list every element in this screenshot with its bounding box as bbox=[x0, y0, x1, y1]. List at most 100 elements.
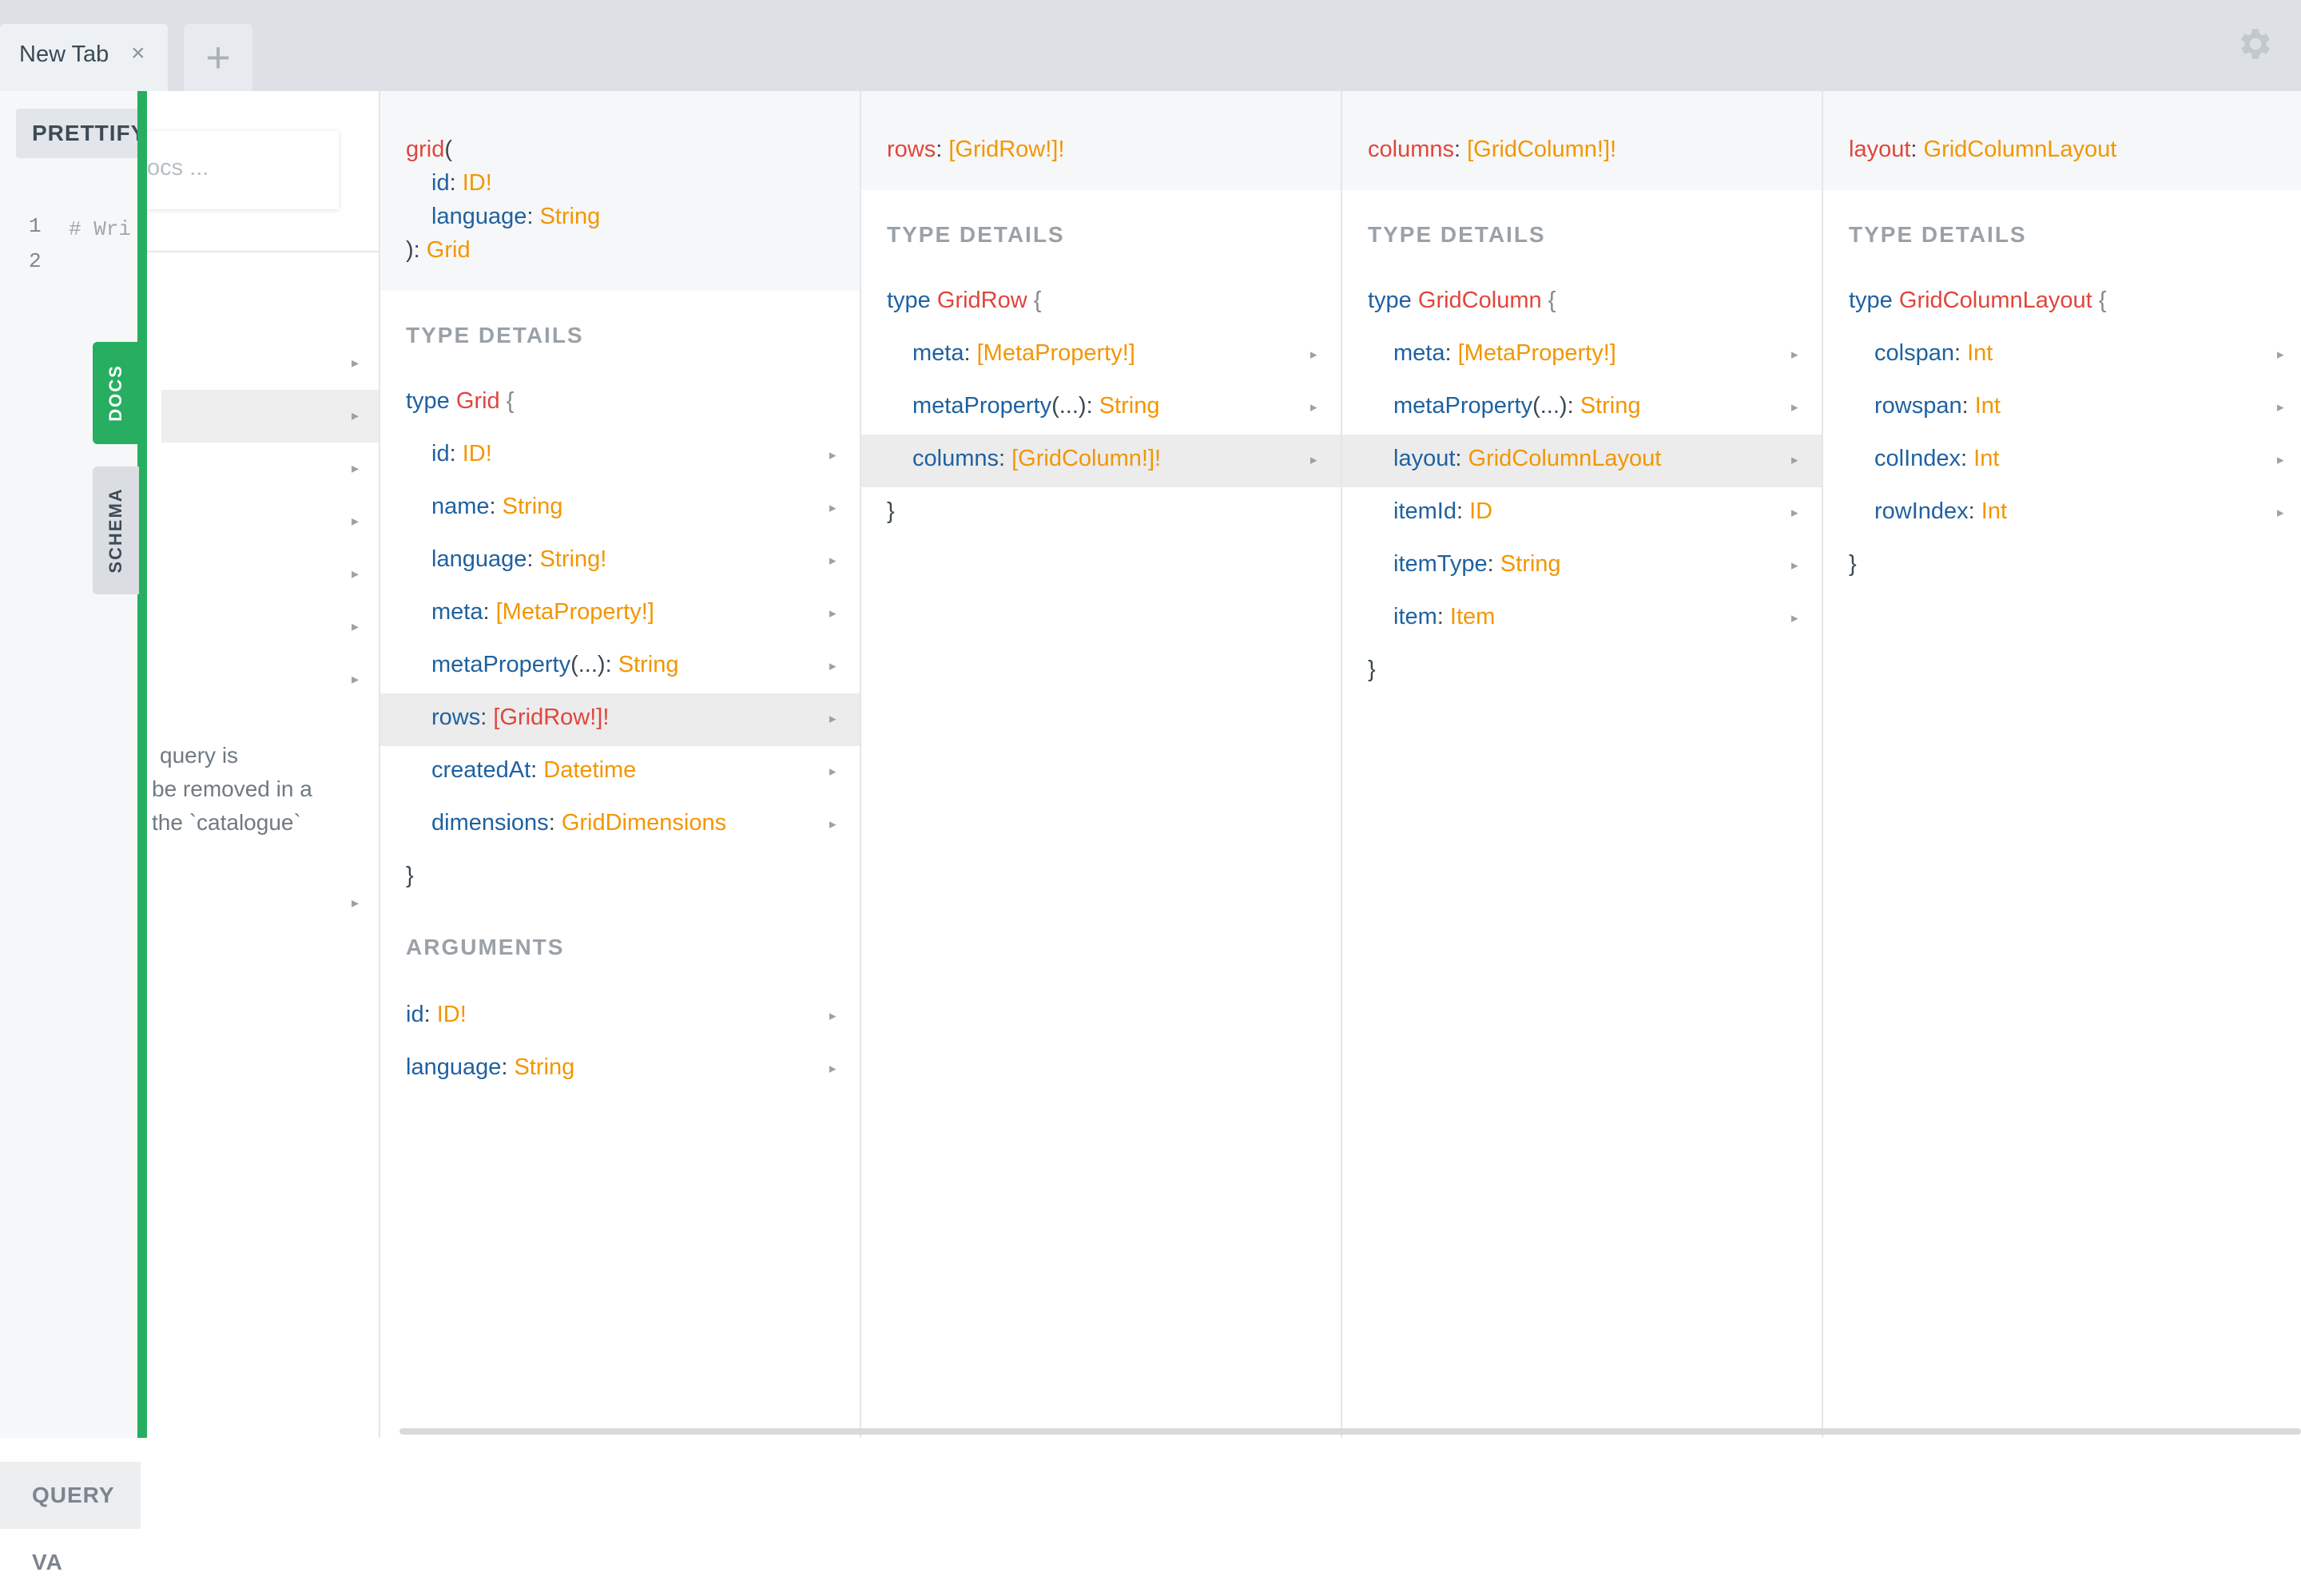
arg-type[interactable]: ID! bbox=[437, 1002, 467, 1027]
type-field[interactable]: meta: [MetaProperty!] ▸ bbox=[380, 588, 860, 641]
tab-new-tab[interactable]: New Tab × bbox=[0, 24, 168, 91]
chevron-right-icon: ▸ bbox=[829, 500, 837, 515]
field-type[interactable]: [GridRow!]! bbox=[948, 137, 1064, 162]
type-name: GridColumn bbox=[1417, 288, 1542, 313]
docs-search-input[interactable]: ocs ... bbox=[147, 131, 339, 209]
chevron-right-icon[interactable]: ▸ bbox=[352, 355, 359, 371]
divider bbox=[147, 251, 379, 252]
field-type[interactable]: String bbox=[1580, 393, 1641, 419]
chevron-right-icon: ▸ bbox=[1791, 505, 1798, 520]
field-type[interactable]: String bbox=[1099, 393, 1160, 419]
chevron-right-icon[interactable]: ▸ bbox=[352, 895, 359, 911]
type-field[interactable]: language: String! ▸ bbox=[380, 535, 860, 588]
field-type[interactable]: GridDimensions bbox=[562, 810, 726, 836]
field-type[interactable]: GridColumnLayout bbox=[1924, 137, 2117, 162]
colon: : bbox=[501, 1054, 515, 1080]
field-name: name bbox=[431, 494, 490, 519]
field-type[interactable]: [MetaProperty!] bbox=[977, 340, 1135, 366]
field-type[interactable]: String! bbox=[539, 546, 606, 572]
arg-type[interactable]: ID! bbox=[463, 170, 492, 196]
arg-type[interactable]: String bbox=[539, 204, 600, 229]
field-type[interactable]: [GridColumn!]! bbox=[1011, 446, 1161, 471]
field-description: query is bbox=[160, 743, 239, 768]
type-field[interactable]: itemType: String ▸ bbox=[1342, 540, 1822, 593]
type-field-selected[interactable]: rows: [GridRow!]! ▸ bbox=[380, 693, 860, 746]
section-title: TYPE DETAILS bbox=[1368, 222, 1546, 247]
type-field[interactable]: metaProperty(...): String ▸ bbox=[1342, 382, 1822, 435]
query-variables-toggle[interactable]: QUERY VA bbox=[0, 1462, 141, 1574]
section-title: ARGUMENTS bbox=[406, 935, 565, 959]
type-field[interactable]: metaProperty(...): String ▸ bbox=[380, 641, 860, 693]
type-field[interactable]: itemId: ID ▸ bbox=[1342, 487, 1822, 540]
tab-schema[interactable]: SCHEMA bbox=[93, 466, 139, 594]
chevron-right-icon[interactable]: ▸ bbox=[352, 566, 359, 582]
chevron-right-icon: ▸ bbox=[2277, 399, 2284, 415]
field-type[interactable]: ID! bbox=[463, 441, 492, 466]
field-type[interactable]: Int bbox=[1975, 393, 2001, 419]
root-field-selected[interactable] bbox=[161, 390, 379, 443]
gear-icon[interactable] bbox=[2234, 24, 2274, 64]
return-type[interactable]: Grid bbox=[427, 237, 471, 263]
type-field[interactable]: name: String ▸ bbox=[380, 482, 860, 535]
horizontal-scrollbar[interactable] bbox=[399, 1428, 2301, 1435]
argument-item[interactable]: language: String ▸ bbox=[380, 1043, 860, 1096]
chevron-right-icon[interactable]: ▸ bbox=[352, 407, 359, 424]
chevron-right-icon: ▸ bbox=[829, 816, 837, 832]
type-field[interactable]: rowspan: Int ▸ bbox=[1823, 382, 2301, 435]
type-field[interactable]: meta: [MetaProperty!] ▸ bbox=[861, 329, 1341, 382]
field-type[interactable]: [MetaProperty!] bbox=[1458, 340, 1616, 366]
field-type[interactable]: Int bbox=[1973, 446, 1999, 471]
chevron-right-icon[interactable]: ▸ bbox=[352, 513, 359, 530]
field-type[interactable]: GridColumnLayout bbox=[1468, 446, 1662, 471]
field-type[interactable]: String bbox=[503, 494, 563, 519]
field-name: item bbox=[1393, 604, 1437, 629]
chevron-right-icon: ▸ bbox=[1791, 558, 1798, 573]
type-field-selected[interactable]: columns: [GridColumn!]! ▸ bbox=[861, 435, 1341, 487]
colon: : bbox=[548, 810, 562, 836]
field-type[interactable]: String bbox=[1500, 551, 1561, 577]
argument-item[interactable]: id: ID! ▸ bbox=[380, 991, 860, 1043]
field-name: columns bbox=[1368, 137, 1454, 162]
type-field[interactable]: rowIndex: Int ▸ bbox=[1823, 487, 2301, 540]
colon: : bbox=[527, 204, 540, 229]
type-field[interactable]: metaProperty(...): String ▸ bbox=[861, 382, 1341, 435]
field-type[interactable]: Int bbox=[1967, 340, 1993, 366]
field-signature: rows: [GridRow!]! bbox=[861, 91, 1341, 190]
code-line[interactable]: # Wri bbox=[69, 217, 131, 241]
type-field-selected[interactable]: layout: GridColumnLayout ▸ bbox=[1342, 435, 1822, 487]
chevron-right-icon[interactable]: ▸ bbox=[352, 618, 359, 635]
query-editor[interactable]: PRETTIFY 1 2 # Wri QUERY VA bbox=[0, 91, 200, 1574]
field-type[interactable]: [GridColumn!]! bbox=[1467, 137, 1616, 162]
type-field[interactable]: meta: [MetaProperty!] ▸ bbox=[1342, 329, 1822, 382]
field-type[interactable]: Item bbox=[1450, 604, 1495, 629]
type-field[interactable]: createdAt: Datetime ▸ bbox=[380, 746, 860, 799]
type-field[interactable]: id: ID! ▸ bbox=[380, 430, 860, 482]
field-type[interactable]: [GridRow!]! bbox=[493, 705, 609, 730]
field-type[interactable]: ID bbox=[1469, 498, 1492, 524]
field-type[interactable]: String bbox=[618, 652, 679, 677]
field-description: be removed in a bbox=[152, 776, 312, 801]
field-name: language bbox=[431, 546, 527, 572]
brace: { bbox=[506, 388, 515, 414]
chevron-right-icon[interactable]: ▸ bbox=[352, 460, 359, 477]
chevron-right-icon[interactable]: ▸ bbox=[352, 671, 359, 688]
field-type[interactable]: Datetime bbox=[543, 757, 636, 783]
type-field[interactable]: item: Item ▸ bbox=[1342, 593, 1822, 645]
field-args: (...) bbox=[570, 652, 606, 677]
type-field[interactable]: dimensions: GridDimensions ▸ bbox=[380, 799, 860, 852]
arg-name: id bbox=[406, 1002, 424, 1027]
add-tab-button[interactable]: + bbox=[184, 24, 252, 91]
colon: : bbox=[423, 1002, 437, 1027]
brace: { bbox=[2098, 288, 2107, 313]
tab-docs[interactable]: DOCS bbox=[93, 342, 139, 444]
arg-type[interactable]: String bbox=[514, 1054, 574, 1080]
close-icon[interactable]: × bbox=[131, 40, 145, 67]
docs-panel-edge[interactable] bbox=[137, 91, 147, 1438]
type-field[interactable]: colIndex: Int ▸ bbox=[1823, 435, 2301, 487]
type-field[interactable]: colspan: Int ▸ bbox=[1823, 329, 2301, 382]
colon: : bbox=[1910, 137, 1924, 162]
colon: : bbox=[1487, 551, 1500, 577]
field-type[interactable]: [MetaProperty!] bbox=[496, 599, 654, 625]
docs-column-grid: grid( id: ID! language: String ): Grid T… bbox=[380, 91, 861, 1438]
field-type[interactable]: Int bbox=[1981, 498, 2007, 524]
